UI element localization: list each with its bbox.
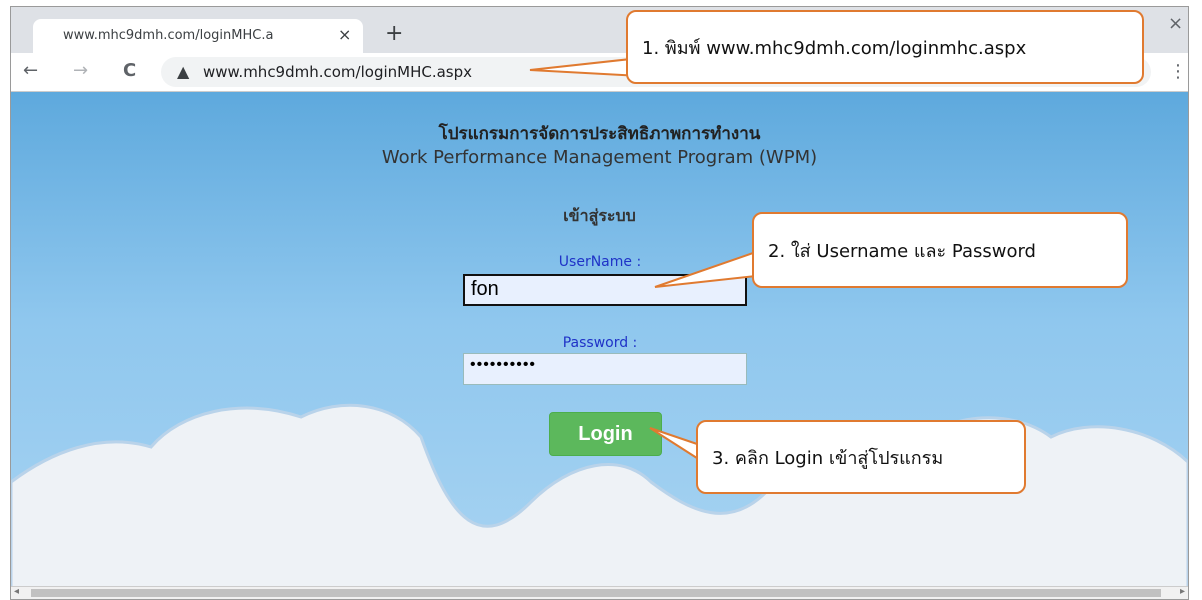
- scroll-right-icon[interactable]: ▸: [1180, 586, 1185, 597]
- window-close-icon[interactable]: ×: [1168, 13, 1183, 34]
- scroll-left-icon[interactable]: ◂: [14, 586, 19, 597]
- new-tab-icon[interactable]: +: [385, 21, 403, 46]
- reload-icon[interactable]: C: [123, 60, 136, 81]
- username-input[interactable]: fon: [463, 274, 747, 306]
- scrollbar-thumb[interactable]: [31, 589, 1161, 597]
- login-button[interactable]: Login: [549, 412, 662, 456]
- back-icon[interactable]: ←: [23, 60, 38, 81]
- horizontal-scrollbar[interactable]: ◂ ▸: [11, 586, 1188, 599]
- callout-step2: 2. ใส่ Username และ Password: [752, 212, 1128, 288]
- not-secure-icon[interactable]: ▲: [177, 62, 189, 81]
- login-page: โปรแกรมการจัดการประสิทธิภาพการทำงาน Work…: [11, 92, 1188, 599]
- callout-step1: 1. พิมพ์ www.mhc9dmh.com/loginmhc.aspx: [626, 10, 1144, 84]
- browser-window: www.mhc9dmh.com/loginMHC.a × + × ← → C ▲…: [10, 6, 1189, 600]
- password-label: Password :: [562, 335, 638, 351]
- address-url[interactable]: www.mhc9dmh.com/loginMHC.aspx: [203, 63, 472, 81]
- browser-tab[interactable]: www.mhc9dmh.com/loginMHC.a ×: [33, 19, 363, 53]
- callout-step3: 3. คลิก Login เข้าสู่โปรแกรม: [696, 420, 1026, 494]
- tab-close-icon[interactable]: ×: [338, 25, 351, 44]
- forward-icon[interactable]: →: [73, 60, 88, 81]
- password-input[interactable]: ••••••••••: [463, 353, 747, 385]
- program-title-thai: โปรแกรมการจัดการประสิทธิภาพการทำงาน: [438, 124, 761, 144]
- browser-menu-icon[interactable]: ⋮: [1169, 61, 1187, 82]
- program-title-english: Work Performance Management Program (WPM…: [381, 147, 818, 168]
- tab-title: www.mhc9dmh.com/loginMHC.a: [63, 28, 274, 43]
